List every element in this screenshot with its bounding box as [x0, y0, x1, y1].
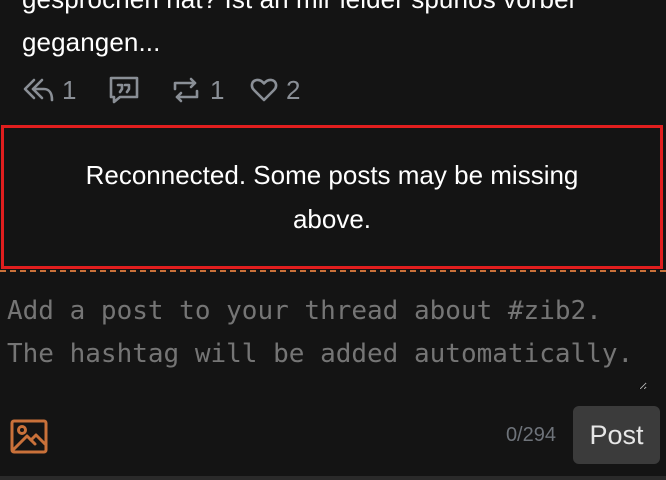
heart-icon	[250, 77, 278, 103]
composer-toolbar: 0/294 Post	[0, 404, 666, 468]
app-window: gesprochen hat? Ist an mir leider spurlo…	[0, 0, 666, 480]
image-icon	[9, 419, 49, 460]
quote-button[interactable]	[108, 75, 170, 105]
post-text-line: gegangen...	[22, 27, 161, 57]
reply-icon	[22, 76, 54, 104]
repost-icon	[170, 76, 202, 104]
quote-icon	[108, 75, 140, 105]
like-count: 2	[286, 75, 301, 105]
post-composer-input[interactable]	[7, 290, 647, 390]
post-text-line: gesprochen hat? Ist an mir leider spurlo…	[22, 0, 662, 21]
repost-button[interactable]: 1	[170, 76, 250, 104]
bottom-border	[0, 476, 666, 480]
post-actions: 1 1 2	[22, 72, 300, 108]
like-button[interactable]: 2	[250, 77, 300, 103]
reply-count: 1	[62, 75, 77, 105]
repost-count: 1	[210, 75, 225, 105]
thread-divider	[0, 270, 666, 272]
character-counter: 0/294	[505, 424, 556, 446]
add-image-button[interactable]	[9, 416, 49, 456]
reconnected-banner: Reconnected. Some posts may be missing a…	[1, 125, 663, 269]
banner-message: Reconnected. Some posts may be missing a…	[85, 160, 579, 234]
reply-button[interactable]: 1	[22, 76, 108, 104]
post-body: gesprochen hat? Ist an mir leider spurlo…	[22, 0, 662, 64]
post-button[interactable]: Post	[573, 406, 660, 464]
